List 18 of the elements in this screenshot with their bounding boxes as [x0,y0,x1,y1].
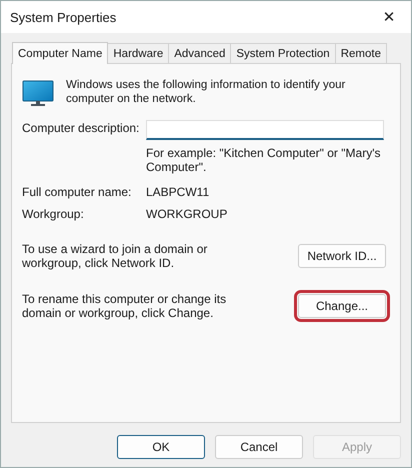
description-field[interactable] [146,120,384,140]
monitor-icon [22,80,54,108]
hint-text: For example: "Kitchen Computer" or "Mary's Computer". [146,146,382,174]
dialog-button[interactable]: Cancel [215,435,303,459]
tab[interactable]: Remote [334,43,387,63]
instruction-text: To use a wizard to join a domain or workgroup, click Network ID. [22,242,208,270]
dialog-button[interactable]: OK [117,435,205,459]
action-button[interactable]: Network ID... [298,244,386,268]
field-label: Full computer name: [22,184,132,200]
field-label: Workgroup: [22,206,85,222]
window-title: System Properties [10,10,116,24]
instruction-text: To rename this computer or change its domain or workgroup, click Change. [22,292,228,320]
field-label: Computer description: [22,120,140,136]
field-value: LABPCW11 [146,184,210,200]
field-value: WORKGROUP [146,206,228,222]
close-button[interactable]: ✕ [367,1,411,33]
intro-text: Windows uses the following information to identify your computer on the network. [66,78,346,106]
tab[interactable]: Computer Name [12,42,108,64]
